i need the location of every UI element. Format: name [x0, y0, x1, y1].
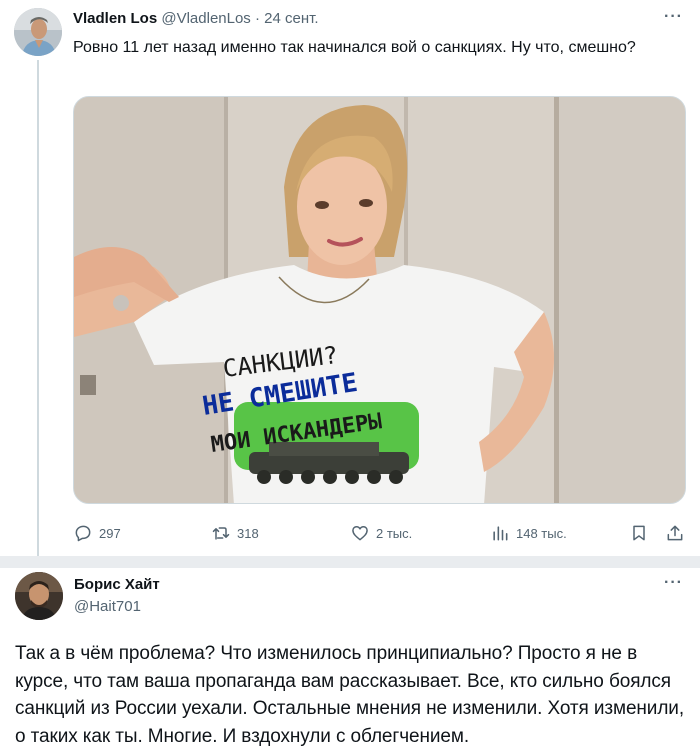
reply-icon	[75, 525, 91, 542]
bookmark-icon	[633, 525, 645, 541]
tweet-timestamp[interactable]: 24 сент.	[264, 10, 318, 27]
views-icon	[493, 526, 508, 541]
thread-line	[37, 60, 39, 556]
avatar-vladlen-los[interactable]	[14, 8, 62, 56]
tweet-separator	[0, 556, 700, 568]
repost-count: 318	[237, 525, 259, 541]
bookmark-button[interactable]	[629, 519, 655, 547]
avatar-image	[14, 8, 62, 56]
share-icon	[667, 525, 683, 541]
like-icon	[352, 526, 368, 541]
author-name[interactable]: Vladlen Los	[73, 10, 157, 27]
avatar-boris-hait[interactable]	[15, 572, 63, 620]
repost-button[interactable]: 318	[211, 519, 259, 547]
tweet-actions: 297 318 2 тыс. 148 тыс.	[73, 519, 687, 547]
header-separator: ·	[254, 10, 260, 27]
reply-count: 297	[99, 525, 121, 541]
tweet-vladlen-los[interactable]: Vladlen Los @VladlenLos · 24 сент. ··· Р…	[0, 0, 700, 556]
author-handle[interactable]: @Hait701	[74, 598, 141, 615]
tweet-photo[interactable]: САНКЦИИ? НЕ СМЕШИТЕ МОИ ИСКАНДЕРЫ	[73, 96, 686, 504]
views-count: 148 тыс.	[516, 525, 567, 541]
tweet-boris-hait[interactable]: Борис Хайт @Hait701 ··· Так а в чём проб…	[0, 568, 700, 752]
reply-button[interactable]: 297	[73, 519, 121, 547]
share-button[interactable]	[665, 519, 691, 547]
like-count: 2 тыс.	[376, 525, 413, 541]
more-options-icon[interactable]: ···	[664, 574, 683, 592]
views-button[interactable]: 148 тыс.	[490, 519, 567, 547]
like-button[interactable]: 2 тыс.	[350, 519, 412, 547]
more-options-icon[interactable]: ···	[664, 8, 683, 26]
tweet-header: Vladlen Los @VladlenLos · 24 сент.	[73, 10, 319, 27]
photo-illustration: САНКЦИИ? НЕ СМЕШИТЕ МОИ ИСКАНДЕРЫ	[74, 97, 685, 503]
author-name[interactable]: Борис Хайт	[74, 576, 160, 593]
tweet-text: Ровно 11 лет назад именно так начинался …	[73, 39, 636, 56]
author-handle[interactable]: @VladlenLos	[161, 10, 250, 27]
repost-icon	[212, 527, 230, 540]
avatar-image	[15, 572, 63, 620]
tweet-text: Так а в чём проблема? Что изменилось при…	[15, 643, 685, 747]
